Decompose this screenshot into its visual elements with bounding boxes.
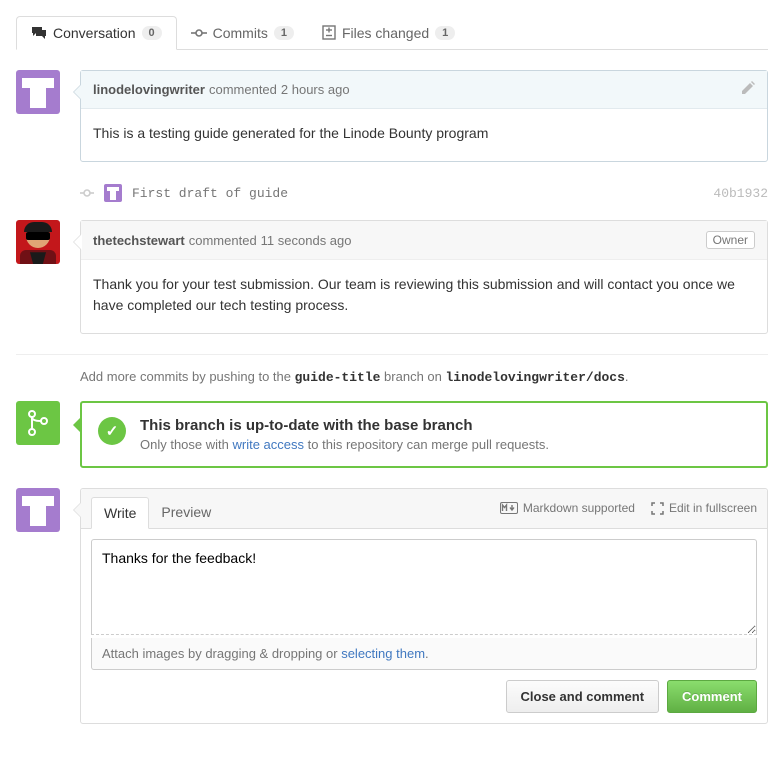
markdown-icon (500, 502, 518, 514)
fullscreen-toggle[interactable]: Edit in fullscreen (651, 501, 757, 515)
close-and-comment-button[interactable]: Close and comment (506, 680, 660, 713)
repo-name: linodelovingwriter/docs (445, 370, 624, 385)
tab-count: 0 (142, 26, 162, 40)
avatar (104, 184, 122, 202)
timeline-comment: thetechstewart commented 11 seconds ago … (16, 220, 768, 334)
avatar (16, 488, 60, 532)
avatar (16, 70, 60, 114)
compose-tab-write[interactable]: Write (91, 497, 149, 529)
tab-label: Files changed (342, 25, 429, 41)
compose-row: Write Preview Markdown supported Edit in… (16, 488, 768, 724)
comment-button[interactable]: Comment (667, 680, 757, 713)
commit-icon (191, 27, 207, 39)
compose-tab-preview[interactable]: Preview (149, 497, 223, 527)
comment-box: linodelovingwriter commented 2 hours ago… (80, 70, 768, 162)
push-hint: Add more commits by pushing to the guide… (80, 369, 768, 385)
comment-verb: commented (209, 82, 277, 97)
comment-body: Thank you for your test submission. Our … (81, 260, 767, 333)
select-files-link[interactable]: selecting them (341, 646, 425, 661)
diff-icon (322, 25, 336, 40)
owner-badge: Owner (706, 231, 755, 249)
comment-author[interactable]: thetechstewart (93, 233, 185, 248)
comment-time: 11 seconds ago (261, 233, 352, 248)
comment-verb: commented (189, 233, 257, 248)
check-icon: ✓ (98, 417, 126, 445)
attach-hint[interactable]: Attach images by dragging & dropping or … (91, 638, 757, 670)
commit-icon (80, 186, 94, 200)
merge-status-row: ✓ This branch is up-to-date with the bas… (16, 401, 768, 468)
tab-files[interactable]: Files changed 1 (308, 17, 469, 49)
timeline-comment: linodelovingwriter commented 2 hours ago… (16, 70, 768, 162)
tab-count: 1 (274, 26, 294, 40)
commit-message[interactable]: First draft of guide (132, 186, 288, 201)
avatar (16, 220, 60, 264)
tab-conversation[interactable]: Conversation 0 (16, 16, 177, 50)
pr-tabs: Conversation 0 Commits 1 Files changed 1 (16, 16, 768, 50)
compose-tabs: Write Preview Markdown supported Edit in… (81, 489, 767, 529)
comment-header: linodelovingwriter commented 2 hours ago (81, 71, 767, 109)
merge-subtitle: Only those with write access to this rep… (140, 437, 549, 452)
tab-count: 1 (435, 26, 455, 40)
edit-icon[interactable] (741, 81, 755, 98)
comment-box: thetechstewart commented 11 seconds ago … (80, 220, 768, 334)
commit-sha[interactable]: 40b1932 (713, 186, 768, 201)
markdown-help[interactable]: Markdown supported (500, 501, 635, 515)
compose-actions: Close and comment Comment (81, 680, 767, 723)
compose-box: Write Preview Markdown supported Edit in… (80, 488, 768, 724)
comment-author[interactable]: linodelovingwriter (93, 82, 205, 97)
merge-icon (16, 401, 60, 445)
commit-row: First draft of guide 40b1932 (80, 182, 768, 220)
tab-label: Commits (213, 25, 268, 41)
branch-name: guide-title (295, 370, 381, 385)
comment-time: 2 hours ago (281, 82, 350, 97)
comment-body: This is a testing guide generated for th… (81, 109, 767, 161)
divider (16, 354, 768, 355)
tab-commits[interactable]: Commits 1 (177, 17, 308, 49)
merge-status-box: ✓ This branch is up-to-date with the bas… (80, 401, 768, 468)
merge-title: This branch is up-to-date with the base … (140, 417, 549, 434)
fullscreen-icon (651, 502, 664, 515)
write-access-link[interactable]: write access (233, 437, 305, 452)
comment-textarea[interactable] (91, 539, 757, 635)
tab-label: Conversation (53, 25, 136, 41)
comment-icon (31, 26, 47, 40)
comment-header: thetechstewart commented 11 seconds ago … (81, 221, 767, 260)
